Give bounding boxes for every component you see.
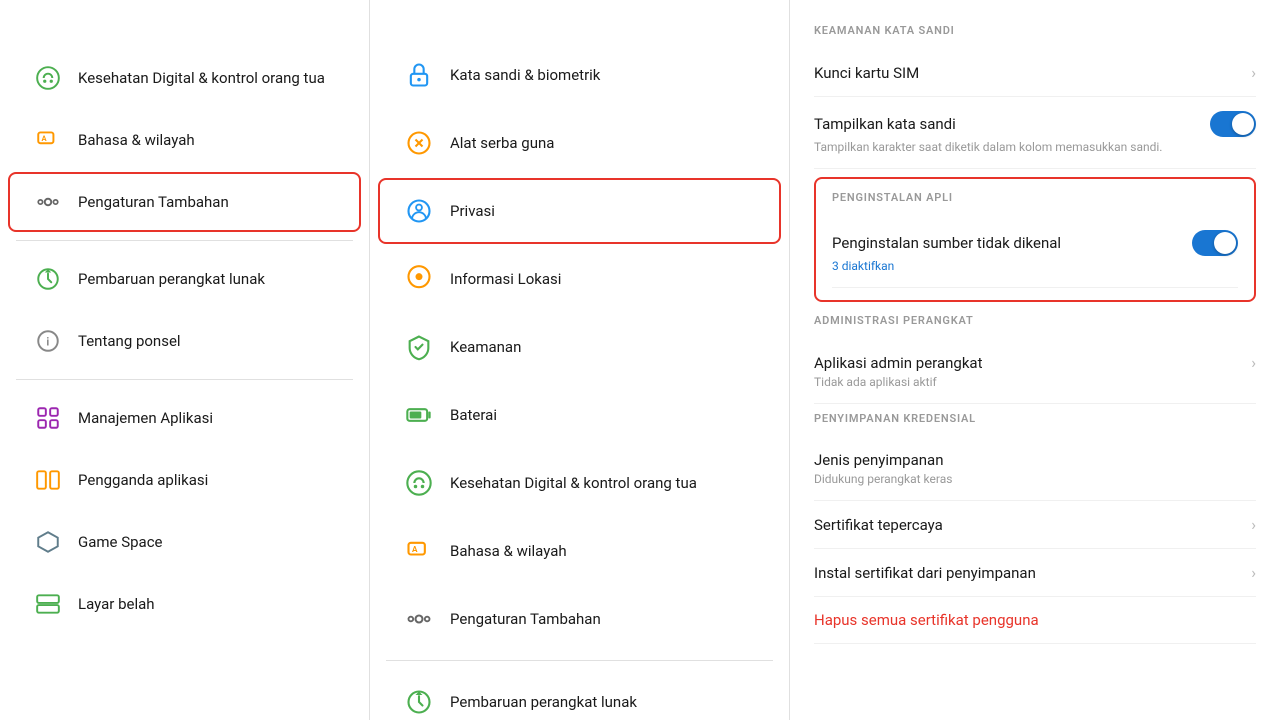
chevron-icon: › [1251, 63, 1256, 82]
sidebar-item-label: Layar belah [78, 595, 155, 613]
middle-item-keamanan[interactable]: Keamanan [378, 314, 781, 380]
middle-item-pengaturan2[interactable]: Pengaturan Tambahan [378, 586, 781, 652]
health-icon [34, 64, 62, 92]
sidebar-item-gamespace[interactable]: Game Space [8, 512, 361, 572]
right-item-title: Instal sertifikat dari penyimpanan [814, 564, 1036, 582]
right-item-title: Tampilkan kata sandi [814, 115, 956, 133]
middle-item-alat[interactable]: Alat serba guna [378, 110, 781, 176]
middle-item-label: Pembaruan perangkat lunak [450, 693, 637, 711]
sidebar-item-manajemen[interactable]: Manajemen Aplikasi [8, 388, 361, 448]
right-item-subtitle: Didukung perangkat keras [814, 472, 1256, 486]
section-administrasi: ADMINISTRASI PERANGKAT Aplikasi admin per… [814, 314, 1256, 404]
right-item-kunci-sim[interactable]: Kunci kartu SIM › [814, 49, 1256, 97]
health-icon [404, 468, 434, 498]
right-panel: KEAMANAN KATA SANDI Kunci kartu SIM › Tampi… [790, 0, 1280, 720]
section-penyimpanan-kredensial: PENYIMPANAN KREDENSIAL Jenis penyimpanan D… [814, 412, 1256, 644]
section-penginstalan-apli: PENGINSTALAN APLI Penginstalan sumber tid… [814, 177, 1256, 302]
sidebar-item-tentang[interactable]: i Tentang ponsel [8, 311, 361, 371]
info-icon: i [34, 327, 62, 355]
left-panel: Kesehatan Digital & kontrol orang tua A … [0, 0, 370, 720]
right-item-title: Sertifikat tepercaya [814, 516, 943, 534]
right-item-title: Aplikasi admin perangkat [814, 354, 983, 372]
right-item-instal-sertifikat[interactable]: Instal sertifikat dari penyimpanan › [814, 549, 1256, 597]
right-item-subtitle: Tampilkan karakter saat diketik dalam ko… [814, 140, 1256, 154]
right-item-title: Kunci kartu SIM [814, 64, 919, 82]
language-icon: A [404, 536, 434, 566]
middle-item-label: Kata sandi & biometrik [450, 66, 600, 84]
right-item-title: Jenis penyimpanan [814, 451, 944, 469]
sidebar-item-bahasa[interactable]: A Bahasa & wilayah [8, 110, 361, 170]
chevron-icon: › [1251, 353, 1256, 372]
page-title [0, 10, 369, 46]
lock-icon [404, 60, 434, 90]
svg-text:A: A [42, 134, 48, 143]
middle-item-label: Privasi [450, 202, 495, 220]
dual-icon [34, 466, 62, 494]
right-item-admin-perangkat[interactable]: Aplikasi admin perangkat › Tidak ada aplik… [814, 339, 1256, 404]
middle-item-label: Alat serba guna [450, 134, 554, 152]
middle-panel: Kata sandi & biometrik Alat serba guna P… [370, 0, 790, 720]
chevron-icon: › [1251, 563, 1256, 582]
middle-item-label: Bahasa & wilayah [450, 542, 567, 560]
sidebar-item-label: Tentang ponsel [78, 332, 181, 350]
svg-text:A: A [412, 544, 418, 554]
sidebar-item-label: Bahasa & wilayah [78, 131, 195, 149]
split-icon [34, 590, 62, 618]
sidebar-item-label: Manajemen Aplikasi [78, 409, 213, 427]
middle-item-label: Kesehatan Digital & kontrol orang tua [450, 474, 697, 492]
sidebar-item-label: Kesehatan Digital & kontrol orang tua [78, 69, 325, 87]
middle-item-kata-sandi[interactable]: Kata sandi & biometrik [378, 42, 781, 108]
privacy-icon [404, 196, 434, 226]
shield-icon [404, 332, 434, 362]
middle-item-privasi[interactable]: Privasi [378, 178, 781, 244]
middle-item-label: Pengaturan Tambahan [450, 610, 601, 628]
middle-item-label: Baterai [450, 406, 497, 424]
location-icon [404, 264, 434, 294]
settings-extra-icon [34, 188, 62, 216]
toggle-tampilkan-sandi[interactable] [1210, 111, 1256, 137]
sidebar-item-layar[interactable]: Layar belah [8, 574, 361, 634]
section-header: PENGINSTALAN APLI [832, 191, 1238, 204]
section-header: KEAMANAN KATA SANDI [814, 24, 1256, 37]
right-item-title: Penginstalan sumber tidak dikenal [832, 234, 1061, 252]
sidebar-item-kesehatan[interactable]: Kesehatan Digital & kontrol orang tua [8, 48, 361, 108]
sidebar-item-pengganda[interactable]: Pengganda aplikasi [8, 450, 361, 510]
update-icon [404, 687, 434, 717]
right-item-sertifikat-tepercaya[interactable]: Sertifikat tepercaya › [814, 501, 1256, 549]
right-item-sumber-tidak-dikenal[interactable]: Penginstalan sumber tidak dikenal 3 diakt… [832, 216, 1238, 288]
toggle-sumber-tidak-dikenal[interactable] [1192, 230, 1238, 256]
sidebar-item-label: Pengganda aplikasi [78, 471, 208, 489]
apps-icon [34, 404, 62, 432]
middle-item-label: Informasi Lokasi [450, 270, 561, 288]
right-item-subtitle: 3 diaktifkan [832, 259, 1238, 273]
svg-text:i: i [46, 335, 49, 348]
sidebar-item-pembaruan[interactable]: Pembaruan perangkat lunak [8, 249, 361, 309]
section-header: PENYIMPANAN KREDENSIAL [814, 412, 1256, 425]
tool-icon [404, 128, 434, 158]
middle-item-label: Keamanan [450, 338, 521, 356]
battery-icon [404, 400, 434, 430]
chevron-icon: › [1251, 515, 1256, 534]
middle-item-lokasi[interactable]: Informasi Lokasi [378, 246, 781, 312]
right-item-title: Hapus semua sertifikat pengguna [814, 611, 1039, 629]
sidebar-item-label: Game Space [78, 533, 163, 551]
right-item-jenis-penyimpanan[interactable]: Jenis penyimpanan Didukung perangkat kera… [814, 437, 1256, 501]
settings-extra-icon [404, 604, 434, 634]
language-icon: A [34, 126, 62, 154]
middle-item-bahasa2[interactable]: A Bahasa & wilayah [378, 518, 781, 584]
game-icon [34, 528, 62, 556]
section-keamanan-kata-sandi: KEAMANAN KATA SANDI Kunci kartu SIM › Tampi… [814, 24, 1256, 169]
middle-item-baterai[interactable]: Baterai [378, 382, 781, 448]
sidebar-item-label: Pembaruan perangkat lunak [78, 270, 265, 288]
middle-item-pembaruan2[interactable]: Pembaruan perangkat lunak [378, 669, 781, 720]
sidebar-item-pengaturan-tambahan[interactable]: Pengaturan Tambahan [8, 172, 361, 232]
right-item-subtitle: Tidak ada aplikasi aktif [814, 375, 1256, 389]
right-item-tampilkan-sandi[interactable]: Tampilkan kata sandi Tampilkan karakter s… [814, 97, 1256, 169]
middle-item-kesehatan2[interactable]: Kesehatan Digital & kontrol orang tua [378, 450, 781, 516]
right-item-hapus-semua[interactable]: Hapus semua sertifikat pengguna [814, 597, 1256, 644]
sidebar-item-label: Pengaturan Tambahan [78, 193, 229, 211]
update-icon [34, 265, 62, 293]
section-header: ADMINISTRASI PERANGKAT [814, 314, 1256, 327]
